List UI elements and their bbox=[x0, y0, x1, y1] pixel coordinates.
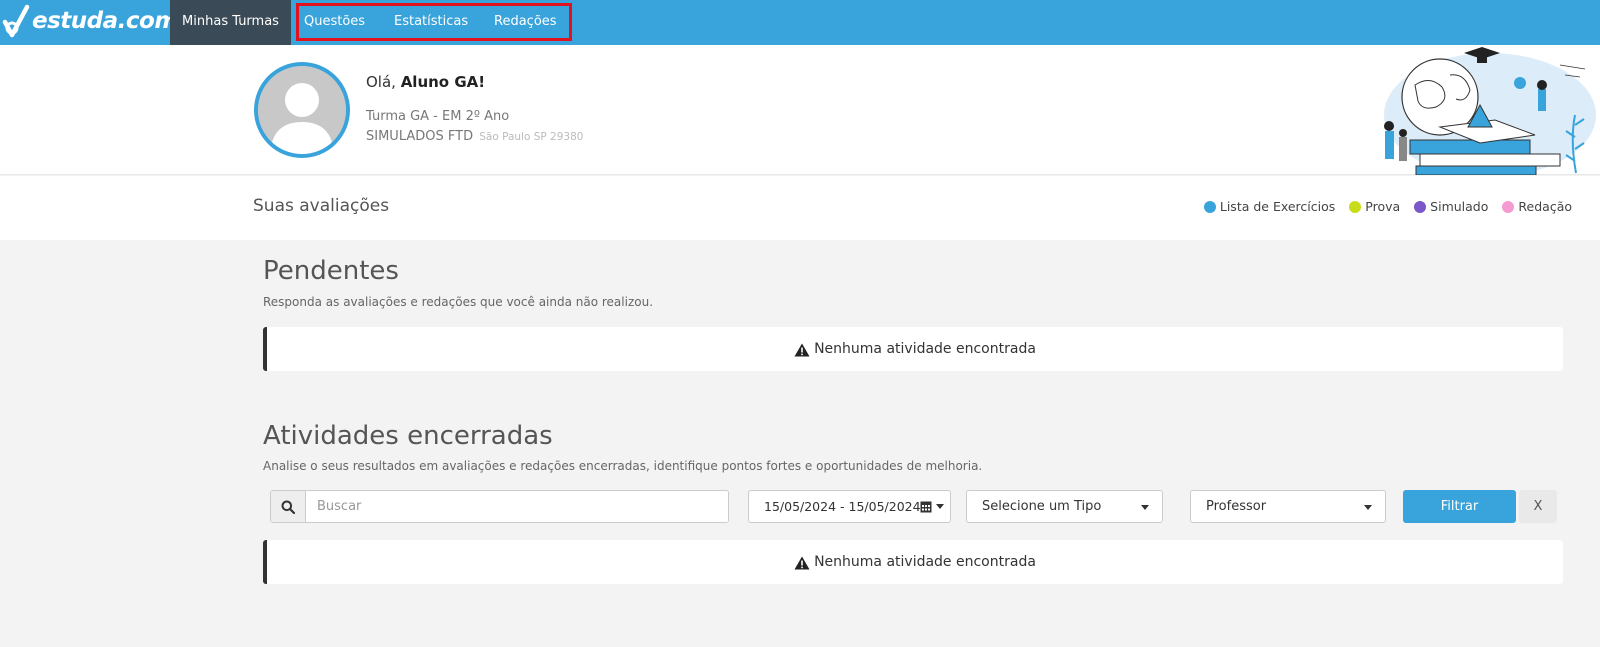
chevron-down-icon bbox=[936, 504, 944, 509]
legend-label: Lista de Exercícios bbox=[1219, 199, 1336, 214]
legend-dot bbox=[1349, 200, 1362, 213]
legend-simulado: Simulado bbox=[1414, 199, 1488, 214]
education-illustration-icon bbox=[1384, 47, 1596, 175]
student-name: Aluno GA! bbox=[400, 73, 486, 91]
avatar bbox=[254, 62, 350, 158]
legend-label: Simulado bbox=[1430, 199, 1489, 214]
pending-section-description: Responda as avaliações e redações que vo… bbox=[263, 295, 654, 309]
search-input[interactable] bbox=[306, 491, 728, 522]
closed-empty-state: Nenhuma atividade encontrada bbox=[263, 540, 1563, 584]
pending-empty-message: Nenhuma atividade encontrada bbox=[814, 341, 1036, 357]
checkmark-logo-icon bbox=[2, 4, 30, 38]
calendar-icon bbox=[920, 501, 932, 513]
search-group bbox=[270, 490, 729, 523]
warning-icon bbox=[794, 556, 810, 570]
search-button[interactable] bbox=[271, 491, 306, 522]
legend-dot bbox=[1414, 200, 1427, 213]
teacher-select[interactable]: Professor bbox=[1190, 490, 1386, 523]
nav-minhas-turmas[interactable]: Minhas Turmas bbox=[170, 0, 291, 45]
teacher-select-value: Professor bbox=[1206, 499, 1267, 514]
type-select-value: Selecione um Tipo bbox=[982, 499, 1102, 514]
legend-label: Redação bbox=[1518, 199, 1572, 214]
school-location: São Paulo SP 29380 bbox=[479, 131, 584, 143]
clear-filter-button[interactable]: X bbox=[1519, 490, 1557, 523]
closed-section-title: Atividades encerradas bbox=[263, 421, 553, 451]
assessments-subheader: Suas avaliações Lista de Exercícios Prov… bbox=[0, 176, 1600, 240]
type-select[interactable]: Selecione um Tipo bbox=[966, 490, 1163, 523]
search-icon bbox=[281, 500, 295, 514]
brand-name: estuda.com bbox=[32, 8, 178, 34]
closed-empty-message: Nenhuma atividade encontrada bbox=[814, 554, 1036, 570]
profile-header: Olá, Aluno GA! Turma GA - EM 2º Ano SIMU… bbox=[0, 45, 1600, 175]
school-name: SIMULADOS FTD bbox=[366, 129, 474, 144]
chevron-down-icon bbox=[1141, 505, 1149, 510]
closed-section-description: Analise o seus resultados em avaliações … bbox=[263, 459, 983, 473]
legend-prova: Prova bbox=[1349, 199, 1400, 214]
greeting: Olá, Aluno GA! bbox=[366, 73, 485, 91]
school-info: SIMULADOS FTD São Paulo SP 29380 bbox=[366, 129, 583, 144]
user-silhouette-icon bbox=[258, 66, 346, 154]
pending-section-title: Pendentes bbox=[263, 256, 399, 286]
date-range-picker[interactable]: 15/05/2024 - 15/05/2024 bbox=[748, 490, 951, 523]
assessment-type-legend: Lista de Exercícios Prova Simulado Redaç… bbox=[1203, 199, 1572, 214]
warning-icon bbox=[794, 343, 810, 357]
legend-label: Prova bbox=[1365, 199, 1401, 214]
filter-button[interactable]: Filtrar bbox=[1403, 490, 1516, 523]
legend-redacao: Redação bbox=[1502, 199, 1572, 214]
date-range-value: 15/05/2024 - 15/05/2024 bbox=[764, 499, 921, 514]
assessments-title: Suas avaliações bbox=[253, 196, 390, 216]
top-navbar: estuda.com Minhas Turmas Questões Estatí… bbox=[0, 0, 1600, 45]
pending-empty-state: Nenhuma atividade encontrada bbox=[263, 327, 1563, 371]
class-name: Turma GA - EM 2º Ano bbox=[366, 109, 510, 124]
legend-dot bbox=[1502, 200, 1515, 213]
legend-lista-exercicios: Lista de Exercícios bbox=[1203, 199, 1336, 214]
greeting-prefix: Olá, bbox=[366, 73, 401, 91]
nav-highlight-box bbox=[296, 3, 572, 41]
chevron-down-icon bbox=[1364, 505, 1372, 510]
legend-dot bbox=[1203, 200, 1216, 213]
